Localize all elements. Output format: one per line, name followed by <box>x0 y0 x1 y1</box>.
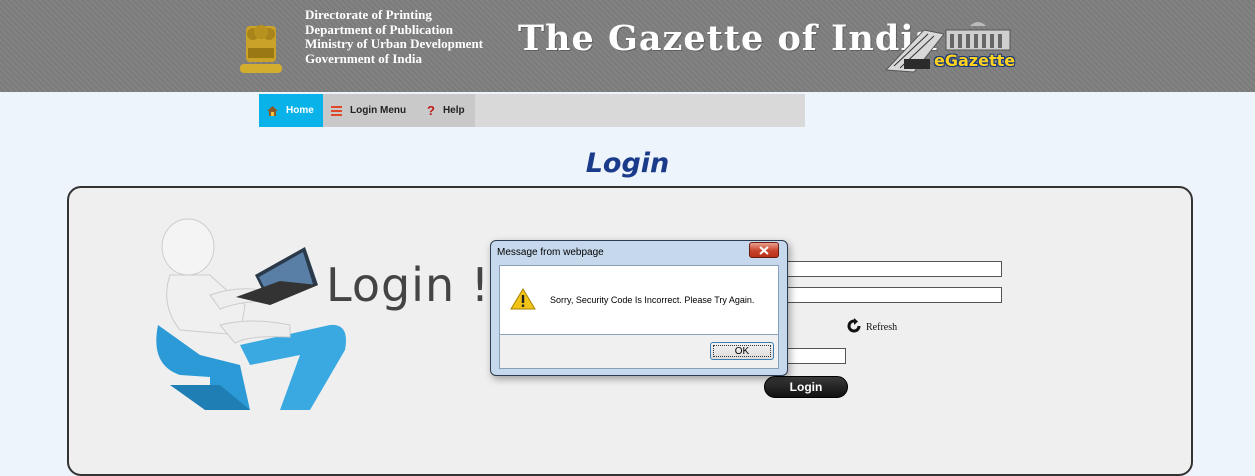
page-title: Login <box>585 148 670 179</box>
nav-login-menu-label: Login Menu <box>350 105 407 116</box>
dialog-title: Message from webpage <box>497 247 604 258</box>
refresh-label: Refresh <box>866 322 898 333</box>
warning-icon <box>510 288 536 310</box>
dialog-titlebar[interactable]: Message from webpage <box>491 241 787 263</box>
home-icon <box>267 105 278 116</box>
login-illustration-text: Login ! <box>326 258 491 312</box>
dialog-close-button[interactable] <box>749 242 779 258</box>
site-title: The Gazette of India <box>518 18 939 59</box>
nav-help-label: Help <box>442 105 465 116</box>
password-input[interactable] <box>760 287 1002 303</box>
question-icon: ? <box>427 103 435 118</box>
ok-button[interactable]: OK <box>710 342 774 360</box>
login-button[interactable]: Login <box>764 376 848 398</box>
directorate-text: Directorate of Printing Department of Pu… <box>305 7 484 66</box>
username-input[interactable]: ani <box>760 261 1002 277</box>
dialog-footer: OK <box>499 335 779 369</box>
refresh-icon <box>847 318 861 333</box>
close-icon <box>759 245 769 255</box>
national-emblem-icon <box>240 25 282 73</box>
site-header: Directorate of Printing Department of Pu… <box>0 0 1255 92</box>
logo-dark-strip <box>904 59 930 69</box>
refresh-captcha-button[interactable]: Refresh <box>846 318 897 334</box>
nav-login-menu[interactable]: Login Menu <box>323 94 419 127</box>
egazette-logo-text: eGazette <box>934 51 1016 70</box>
nav-help[interactable]: ? Help <box>419 94 475 127</box>
main-nav: Home Login Menu ? Help <box>259 94 805 127</box>
dialog-message: Sorry, Security Code Is Incorrect. Pleas… <box>550 295 755 305</box>
menu-icon <box>331 105 342 116</box>
alert-dialog: Message from webpage Sorry, Security Cod… <box>490 240 788 376</box>
nav-home-label: Home <box>286 105 314 116</box>
dialog-body: Sorry, Security Code Is Incorrect. Pleas… <box>499 265 779 335</box>
nav-home[interactable]: Home <box>259 94 323 127</box>
